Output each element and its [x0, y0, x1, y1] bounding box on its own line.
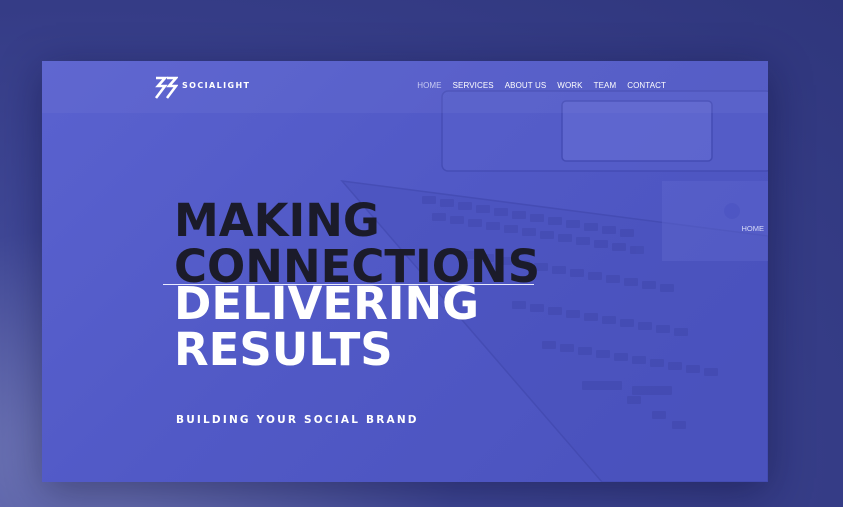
hero-section: SOCIALIGHT HOME SERVICES ABOUT US WORK T…	[42, 61, 768, 482]
socialight-chevron-logo-icon[interactable]	[154, 75, 178, 101]
nav-contact-link[interactable]: CONTACT	[627, 81, 666, 90]
nav-about-us-link[interactable]: ABOUT US	[505, 81, 547, 90]
hero-tagline: BUILDING YOUR SOCIAL BRAND	[176, 414, 419, 426]
headline-line-making: MAKING	[174, 194, 380, 247]
top-navigation-bar: SOCIALIGHT HOME SERVICES ABOUT US WORK T…	[42, 61, 768, 113]
hero-headline-light: DELIVERING RESULTS	[174, 281, 479, 373]
headline-line-delivering: DELIVERING	[174, 277, 480, 330]
nav-team-link[interactable]: TEAM	[594, 81, 617, 90]
headline-line-results: RESULTS	[174, 323, 393, 376]
nav-work-link[interactable]: WORK	[557, 81, 582, 90]
brand-name[interactable]: SOCIALIGHT	[182, 81, 250, 90]
main-nav: HOME SERVICES ABOUT US WORK TEAM CONTACT	[417, 81, 666, 90]
side-nav-home-label[interactable]: HOME	[742, 224, 765, 233]
nav-home-link[interactable]: HOME	[417, 81, 441, 90]
nav-services-link[interactable]: SERVICES	[453, 81, 494, 90]
